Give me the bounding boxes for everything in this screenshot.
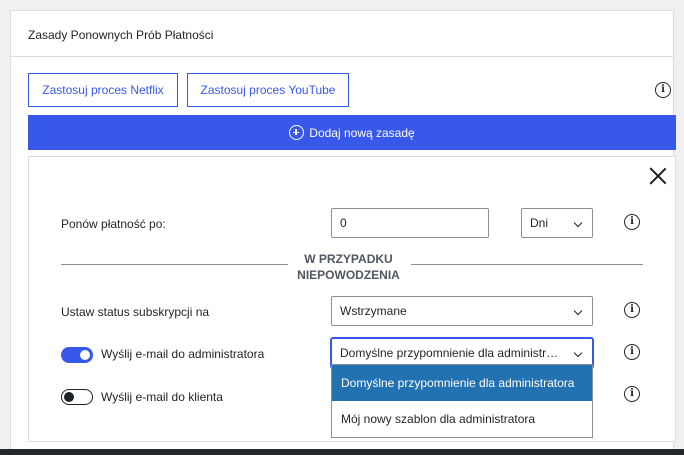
retry-after-value: 0 (340, 216, 347, 230)
client-email-toggle[interactable] (61, 389, 93, 405)
info-icon[interactable]: i (624, 214, 640, 230)
divider-line-right (411, 264, 643, 265)
retry-unit-value: Dni (530, 216, 549, 230)
plus-circle-icon (289, 125, 305, 140)
dropdown-option-new-admin[interactable]: Mój nowy szablon dla administratora (332, 401, 592, 437)
admin-email-label: Wyślij e-mail do administratora (101, 347, 265, 361)
info-icon[interactable]: i (655, 82, 671, 98)
client-email-label: Wyślij e-mail do klienta (101, 390, 223, 404)
dropdown-option-default-admin[interactable]: Domyślne przypomnienie dla administrator… (332, 365, 592, 401)
subscription-status-label: Ustaw status subskrypcji na (61, 305, 210, 319)
apply-youtube-button[interactable]: Zastosuj proces YouTube (187, 73, 349, 107)
toggle-knob (64, 391, 74, 402)
payment-retry-panel: Zasady Ponownych Prób Płatności Zastosuj… (10, 10, 676, 455)
subscription-status-value: Wstrzymane (340, 304, 407, 318)
info-icon[interactable]: i (624, 344, 640, 360)
info-icon[interactable]: i (624, 302, 640, 318)
close-icon[interactable] (649, 167, 667, 185)
subscription-status-select[interactable]: Wstrzymane (331, 296, 593, 326)
apply-netflix-button[interactable]: Zastosuj proces Netflix (28, 73, 178, 107)
divider-line-left (61, 264, 288, 265)
retry-after-input[interactable]: 0 (331, 208, 489, 238)
add-rule-button[interactable]: Dodaj nową zasadę (28, 115, 676, 150)
retry-unit-select[interactable]: Dni (521, 208, 593, 238)
bottom-bar (0, 449, 684, 455)
info-icon[interactable]: i (624, 386, 640, 402)
admin-template-dropdown: Domyślne przypomnienie dla administrator… (331, 364, 593, 438)
panel-title: Zasady Ponownych Prób Płatności (11, 11, 673, 57)
add-rule-label: Dodaj nową zasadę (309, 125, 415, 140)
rule-card: Ponów płatność po: 0 Dni i W PRZYPADKU N… (28, 156, 676, 442)
retry-after-label: Ponów płatność po: (61, 217, 166, 231)
admin-email-toggle[interactable] (61, 347, 93, 363)
on-failure-heading: W PRZYPADKU NIEPOWODZENIA (297, 252, 400, 282)
toggle-knob (80, 350, 90, 360)
admin-template-value: Domyślne przypomnienie dla administrator… (340, 346, 562, 360)
